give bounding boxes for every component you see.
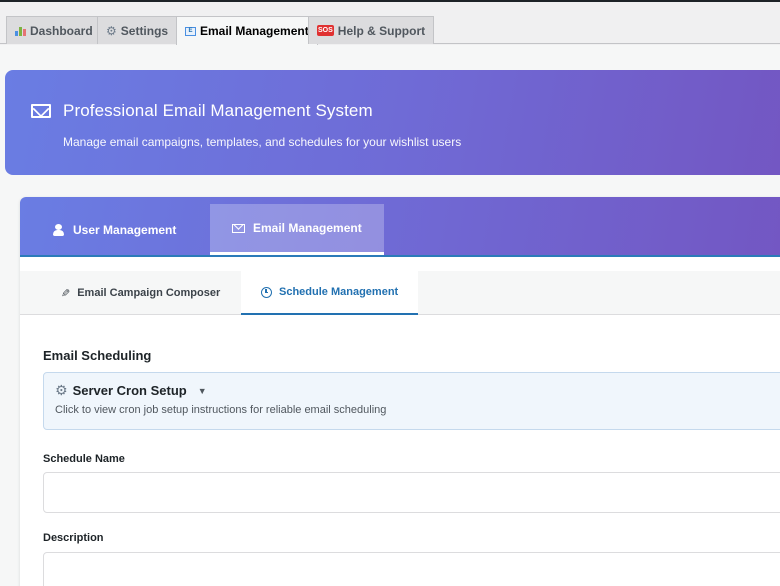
cron-setup-toggle[interactable]: ⚙ Server Cron Setup ▼ Click to view cron… (43, 372, 780, 430)
tab-help-support[interactable]: SOS Help & Support (308, 16, 435, 44)
cron-setup-description: Click to view cron job setup instruction… (55, 404, 387, 416)
tab-help-support-label: Help & Support (337, 23, 426, 38)
cron-setup-title-text: Server Cron Setup (72, 383, 187, 398)
schedule-form: Email Scheduling ⚙ Server Cron Setup ▼ C… (43, 348, 780, 586)
tab-email-campaign-composer[interactable]: ✎ Email Campaign Composer (41, 271, 240, 315)
description-input[interactable] (43, 552, 780, 586)
schedule-name-input[interactable] (43, 472, 780, 513)
tab-settings-label: Settings (120, 23, 169, 38)
tab-email-management-section[interactable]: Email Management (210, 204, 384, 255)
schedule-name-label: Schedule Name (43, 453, 125, 465)
description-label: Description (43, 532, 104, 544)
section-tabs: User Management Email Management (20, 197, 780, 257)
tab-dashboard-label: Dashboard (30, 23, 93, 38)
tab-email-management-label: Email Management (200, 24, 309, 38)
hero-header: Professional Email Management System Man… (5, 70, 780, 175)
section-heading: Email Scheduling (43, 348, 152, 363)
cron-setup-title: ⚙ Server Cron Setup ▼ (55, 382, 207, 399)
pencil-icon: ✎ (61, 287, 71, 300)
tab-schedule-management[interactable]: Schedule Management (241, 271, 419, 315)
tab-schedule-management-label: Schedule Management (279, 286, 399, 298)
envelope-icon (31, 104, 51, 118)
tab-user-management-label: User Management (73, 222, 177, 237)
page-content: Professional Email Management System Man… (0, 45, 780, 586)
window-top-edge (0, 0, 780, 2)
bar-chart-icon (15, 26, 26, 36)
sos-icon: SOS (317, 25, 334, 36)
tab-user-management[interactable]: User Management (30, 204, 198, 255)
email-icon: E (185, 26, 196, 36)
sub-tabs: ✎ Email Campaign Composer Schedule Manag… (20, 271, 780, 315)
clock-icon (261, 286, 272, 298)
tab-email-management[interactable]: E Email Management (176, 16, 318, 45)
tab-email-management-section-label: Email Management (253, 221, 362, 235)
tab-settings[interactable]: ⚙ Settings (97, 16, 178, 44)
page-title: Professional Email Management System (63, 101, 373, 120)
tab-dashboard[interactable]: Dashboard (6, 16, 102, 44)
gear-icon: ⚙ (55, 382, 68, 398)
tab-email-campaign-composer-label: Email Campaign Composer (77, 287, 221, 299)
top-nav-tabs: Dashboard ⚙ Settings E Email Management … (0, 14, 780, 45)
users-icon (52, 223, 65, 236)
gear-icon: ⚙ (106, 23, 117, 38)
page-subtitle: Manage email campaigns, templates, and s… (63, 135, 462, 149)
envelope-icon (232, 223, 245, 233)
chevron-down-icon: ▼ (197, 385, 207, 396)
